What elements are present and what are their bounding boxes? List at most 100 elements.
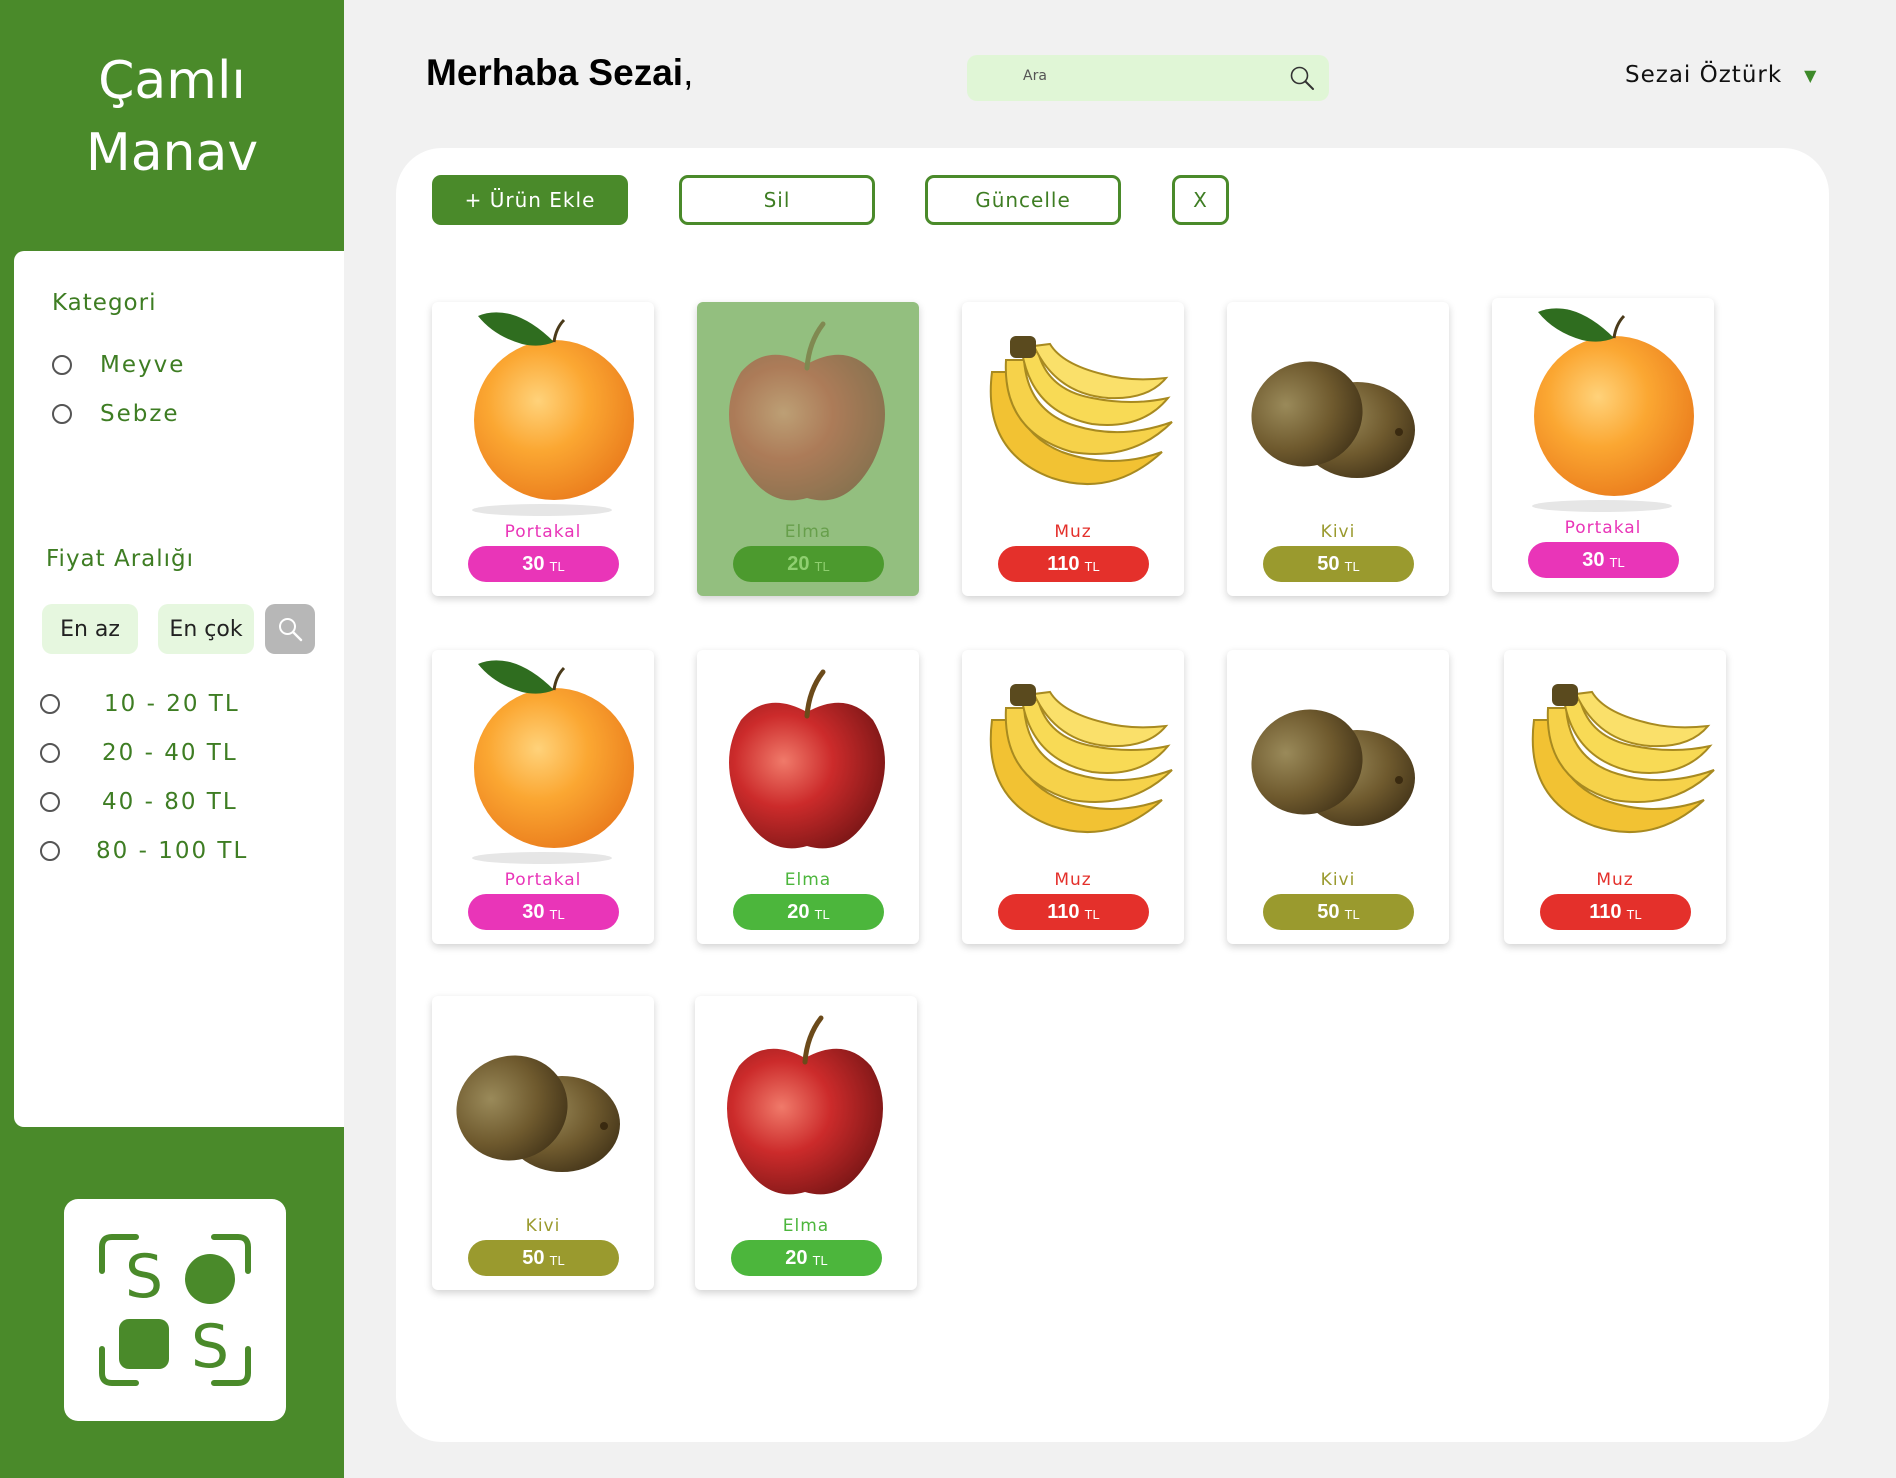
product-card[interactable]: Portakal 30 TL <box>1492 298 1714 592</box>
radio-button[interactable] <box>40 792 60 812</box>
product-name: Elma <box>784 522 832 542</box>
price-badge: 110 TL <box>998 894 1149 930</box>
product-card[interactable]: Elma 20 TL <box>697 302 919 596</box>
category-option-meyve[interactable]: Meyve <box>52 352 185 378</box>
price-range-title: Fiyat Aralığı <box>46 546 195 572</box>
price-badge: 20 TL <box>733 894 884 930</box>
price-value: 110 <box>1047 900 1080 923</box>
banana-image <box>989 684 1173 833</box>
user-name: Sezai Öztürk <box>1625 62 1783 88</box>
price-badge: 110 TL <box>1540 894 1691 930</box>
logo: S S <box>64 1199 286 1421</box>
logo-icon: S S <box>99 1234 251 1386</box>
kiwi-image <box>1251 361 1415 478</box>
product-name: Portakal <box>504 870 582 890</box>
product-card[interactable]: Kivi 50 TL <box>1227 302 1449 596</box>
product-name: Muz <box>1596 870 1634 890</box>
price-badge: 30 TL <box>468 546 619 582</box>
kiwi-image <box>1251 709 1415 826</box>
price-value: 30 <box>1582 548 1605 571</box>
product-name: Portakal <box>1564 518 1642 538</box>
greeting-punct: , <box>683 52 694 93</box>
brand-line-1: Çamlı <box>98 51 246 111</box>
price-value: 50 <box>1317 552 1340 575</box>
price-value: 20 <box>785 1246 808 1269</box>
currency-label: TL <box>814 558 830 574</box>
currency-label: TL <box>812 1252 828 1268</box>
price-value: 20 <box>787 900 810 923</box>
price-range-label: 40 - 80 TL <box>102 789 238 815</box>
product-card[interactable]: Kivi 50 TL <box>1227 650 1449 944</box>
price-range-option[interactable]: 10 - 20 TL <box>40 691 240 717</box>
banana-image <box>989 336 1173 485</box>
product-card[interactable]: Muz 110 TL <box>962 302 1184 596</box>
search-icon[interactable] <box>1289 65 1315 91</box>
orange-image <box>1532 308 1694 512</box>
price-value: 30 <box>522 900 545 923</box>
caret-down-icon[interactable]: ▼ <box>1804 66 1817 85</box>
greeting-name: Merhaba Sezai <box>426 52 684 93</box>
product-card[interactable]: Muz 110 TL <box>1504 650 1726 944</box>
price-range-label: 20 - 40 TL <box>102 740 238 766</box>
price-value: 110 <box>1047 552 1080 575</box>
product-name: Portakal <box>504 522 582 542</box>
brand-title: Çamlı Manav <box>0 45 344 189</box>
price-badge: 50 TL <box>468 1240 619 1276</box>
price-value: 50 <box>522 1246 545 1269</box>
update-button[interactable]: Güncelle <box>925 175 1121 225</box>
currency-label: TL <box>1084 558 1100 574</box>
max-price-input[interactable]: En çok <box>158 604 254 654</box>
product-card[interactable]: Elma 20 TL <box>697 650 919 944</box>
orange-image <box>472 660 634 864</box>
product-card[interactable]: Elma 20 TL <box>695 996 917 1290</box>
price-search-button[interactable] <box>265 604 315 654</box>
price-range-option[interactable]: 80 - 100 TL <box>40 838 248 864</box>
banana-image <box>1531 684 1715 833</box>
price-badge: 20 TL <box>731 1240 882 1276</box>
product-card[interactable]: Muz 110 TL <box>962 650 1184 944</box>
price-range-label: 80 - 100 TL <box>96 838 249 864</box>
radio-button[interactable] <box>40 694 60 714</box>
category-option-sebze[interactable]: Sebze <box>52 401 180 427</box>
currency-label: TL <box>1344 906 1360 922</box>
apple-image <box>729 321 885 501</box>
radio-button[interactable] <box>52 355 72 375</box>
svg-text:S: S <box>125 1242 163 1312</box>
currency-label: TL <box>1609 554 1625 570</box>
category-label: Meyve <box>100 352 186 378</box>
product-name: Kivi <box>1320 522 1356 542</box>
price-range-option[interactable]: 40 - 80 TL <box>40 789 238 815</box>
orange-image <box>472 312 634 516</box>
currency-label: TL <box>1626 906 1642 922</box>
product-card[interactable]: Kivi 50 TL <box>432 996 654 1290</box>
radio-button[interactable] <box>40 743 60 763</box>
close-button[interactable]: X <box>1172 175 1229 225</box>
product-card[interactable]: Portakal 30 TL <box>432 302 654 596</box>
user-menu[interactable]: Sezai Öztürk ▼ <box>1625 62 1817 88</box>
currency-label: TL <box>1344 558 1360 574</box>
product-name: Muz <box>1054 870 1092 890</box>
price-badge: 20 TL <box>733 546 884 582</box>
svg-text:S: S <box>191 1312 229 1382</box>
price-range-option[interactable]: 20 - 40 TL <box>40 740 238 766</box>
price-value: 50 <box>1317 900 1340 923</box>
radio-button[interactable] <box>40 841 60 861</box>
search-icon <box>279 618 303 642</box>
currency-label: TL <box>549 1252 565 1268</box>
add-product-button[interactable]: + Ürün Ekle <box>432 175 628 225</box>
filter-panel: Kategori Meyve Sebze Fiyat Aralığı En az… <box>14 251 344 1127</box>
product-card[interactable]: Portakal 30 TL <box>432 650 654 944</box>
category-label: Sebze <box>100 401 180 427</box>
min-price-input[interactable]: En az <box>42 604 138 654</box>
search-input[interactable]: Ara <box>967 55 1329 101</box>
delete-button[interactable]: Sil <box>679 175 875 225</box>
brand-line-2: Manav <box>85 123 259 183</box>
product-name: Elma <box>782 1216 830 1236</box>
price-badge: 50 TL <box>1263 546 1414 582</box>
search-placeholder: Ara <box>1023 68 1047 84</box>
category-title: Kategori <box>52 290 157 316</box>
radio-button[interactable] <box>52 404 72 424</box>
price-badge: 50 TL <box>1263 894 1414 930</box>
price-badge: 30 TL <box>468 894 619 930</box>
apple-image <box>729 669 885 849</box>
